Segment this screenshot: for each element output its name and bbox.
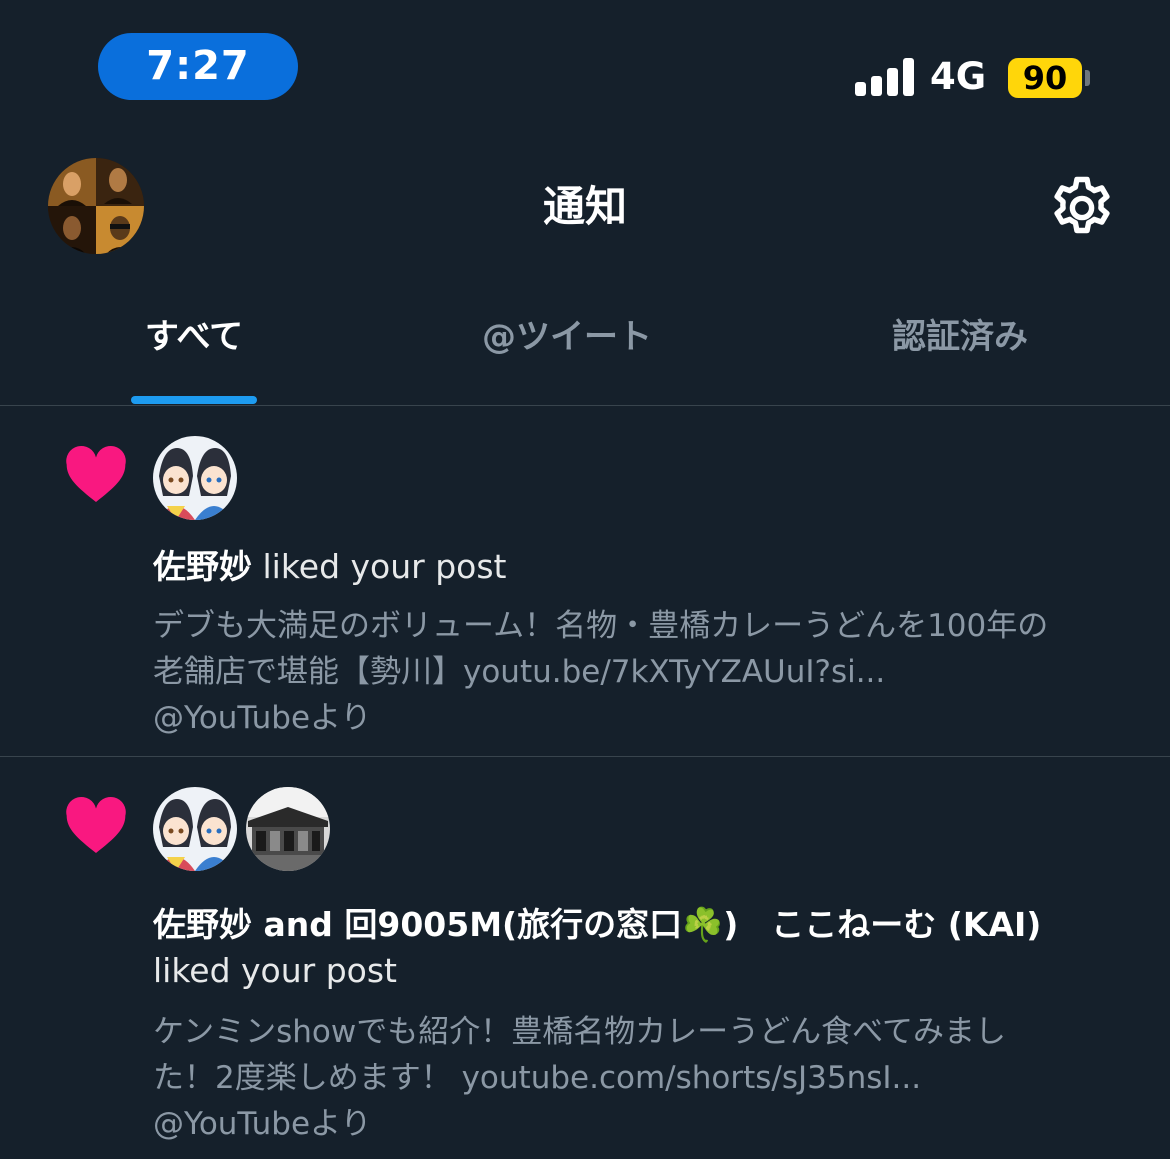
notification-body: デブも大満足のボリューム！名物・豊橋カレーうどんを100年の 老舗店で堪能【勢川… (153, 603, 1143, 741)
avatar[interactable] (246, 787, 330, 871)
notification-action: liked your post (153, 951, 397, 990)
battery-indicator: 90 (1008, 58, 1082, 98)
notification-actors[interactable]: 佐野妙 and 回9005M(旅行の窓口☘️) ここねーむ (KAI) (153, 902, 1143, 948)
notification-body-line: デブも大満足のボリューム！名物・豊橋カレーうどんを100年の (153, 608, 1049, 644)
heart-icon (64, 795, 128, 855)
tab-all[interactable]: すべて (110, 312, 278, 362)
status-bar: 7:27 4G 90 (0, 0, 1170, 130)
header: 通知 (0, 130, 1170, 290)
avatar[interactable] (153, 436, 237, 520)
notification-body-line: ケンミンshowでも紹介！豊橋名物カレーうどん食べてみまし (153, 1014, 1006, 1050)
notification-body-line: @YouTubeより (153, 1106, 372, 1142)
notification-item[interactable]: 佐野妙 liked your post デブも大満足のボリューム！名物・豊橋カレ… (0, 406, 1170, 757)
notification-title: 佐野妙 liked your post (153, 544, 1143, 590)
notification-body: ケンミンshowでも紹介！豊橋名物カレーうどん食べてみまし た！2度楽しめます！… (153, 1009, 1143, 1147)
settings-button[interactable] (1046, 172, 1118, 244)
avatar[interactable] (153, 787, 237, 871)
notification-action: liked your post (252, 547, 507, 586)
notification-body-line[interactable]: た！2度楽しめます！ youtube.com/shorts/sJ35nsI... (153, 1055, 1143, 1101)
active-tab-indicator (131, 396, 257, 404)
network-type: 4G (930, 55, 987, 98)
heart-icon (64, 444, 128, 504)
notification-tabs: すべて @ツイート 認証済み (0, 290, 1170, 406)
tab-mentions[interactable]: @ツイート (450, 312, 684, 362)
page-title: 通知 (542, 182, 627, 231)
notification-title: 佐野妙 and 回9005M(旅行の窓口☘️) ここねーむ (KAI) like… (153, 902, 1143, 994)
notification-body-line[interactable]: 老舗店で堪能【勢川】youtu.be/7kXTyYZAUuI?si... (153, 649, 1143, 695)
notification-body-line: @YouTubeより (153, 700, 372, 736)
tab-verified[interactable]: 認証済み (870, 312, 1050, 362)
notification-item[interactable]: 佐野妙 and 回9005M(旅行の窓口☘️) ここねーむ (KAI) like… (0, 757, 1170, 1159)
battery-tip (1085, 70, 1090, 86)
notification-actor[interactable]: 佐野妙 (153, 547, 252, 586)
status-time: 7:27 (98, 33, 298, 100)
gear-icon (1054, 176, 1110, 234)
cellular-signal-icon (855, 58, 915, 96)
